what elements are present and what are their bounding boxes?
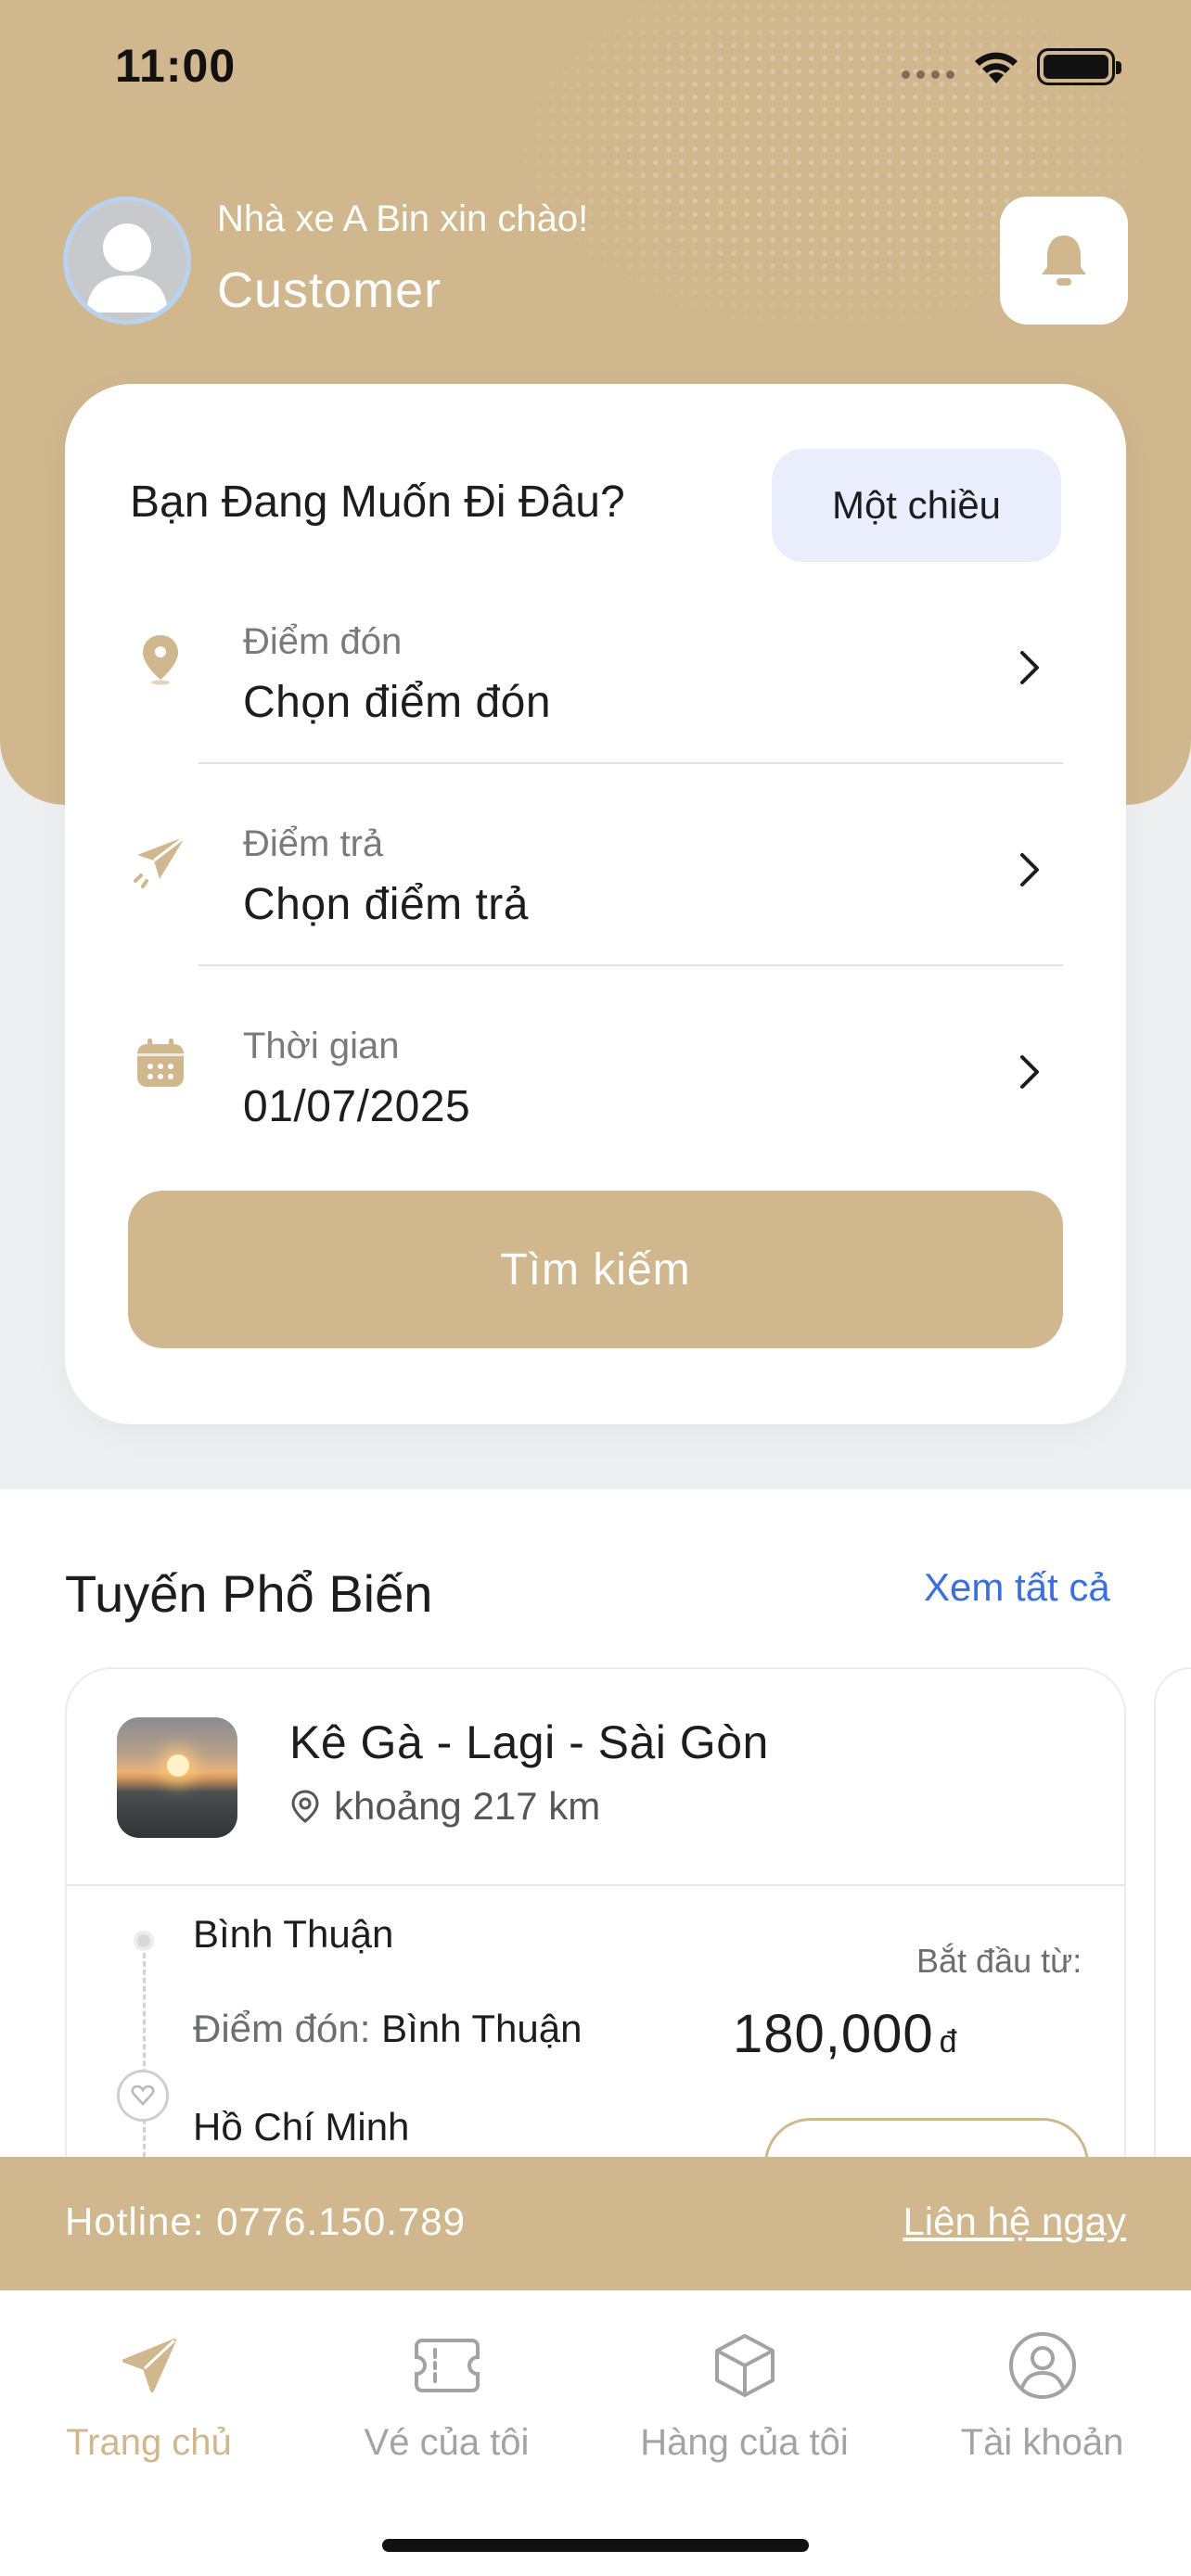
- destination-name: Hồ Chí Minh: [193, 2105, 410, 2149]
- route-thumbnail: [117, 1717, 237, 1838]
- origin-name: Bình Thuận: [193, 1912, 394, 1956]
- chevron-right-icon: [1020, 651, 1039, 684]
- status-bar: 11:00: [0, 0, 1191, 130]
- date-label: Thời gian: [243, 1026, 400, 1066]
- tab-label: Tài khoản: [960, 2422, 1124, 2463]
- pickup-label: Điểm đón: [243, 621, 403, 662]
- pickup-point: Điểm đón: Bình Thuận: [193, 2007, 583, 2051]
- avatar[interactable]: [63, 197, 191, 325]
- pickup-value: Chọn điểm đón: [243, 678, 552, 727]
- paper-plane-icon: [117, 2315, 182, 2417]
- calendar-icon: [130, 1033, 191, 1094]
- currency-symbol: đ: [939, 2024, 958, 2060]
- chevron-right-icon: [1020, 853, 1039, 886]
- origin-dot: [134, 1931, 154, 1951]
- tab-my-tickets[interactable]: Vé của tôi: [298, 2315, 596, 2500]
- bell-icon: [1042, 236, 1086, 286]
- route-distance: khoảng 217 km: [289, 1784, 600, 1829]
- dropoff-selector[interactable]: Điểm trả Chọn điểm trả: [65, 760, 1126, 963]
- pickup-point-label: Điểm đón:: [193, 2007, 371, 2050]
- dropoff-label: Điểm trả: [243, 823, 384, 864]
- start-from-label: Bắt đầu từ:: [916, 1942, 1082, 1980]
- home-indicator[interactable]: [382, 2539, 809, 2552]
- tab-label: Vé của tôi: [364, 2422, 530, 2463]
- notification-button[interactable]: [1000, 197, 1128, 325]
- greeting-text: Nhà xe A Bin xin chào!: [217, 198, 589, 239]
- divider: [67, 1884, 1124, 1886]
- ticket-icon: [413, 2315, 481, 2417]
- status-time: 11:00: [115, 40, 237, 92]
- pickup-selector[interactable]: Điểm đón Chọn điểm đón: [65, 558, 1126, 760]
- bottom-tab-bar: Trang chủ Vé của tôi Hàng của tôi Tài kh…: [0, 2290, 1191, 2576]
- trip-search-card: Bạn Đang Muốn Đi Đâu? Một chiều Điểm đón…: [65, 384, 1126, 1424]
- paper-plane-icon: [130, 831, 191, 892]
- tab-label: Hàng của tôi: [640, 2422, 849, 2463]
- date-value: 01/07/2025: [243, 1082, 471, 1131]
- user-circle-icon: [1007, 2315, 1078, 2417]
- cellular-signal-icon: [902, 70, 954, 79]
- trip-type-toggle[interactable]: Một chiều: [772, 449, 1061, 562]
- route-name: Kê Gà - Lagi - Sài Gòn: [289, 1716, 769, 1768]
- wifi-icon: [975, 52, 1018, 83]
- distance-text: khoảng 217 km: [334, 1784, 601, 1828]
- user-name: Customer: [217, 262, 442, 318]
- battery-icon: [1037, 48, 1121, 85]
- tab-my-packages[interactable]: Hàng của tôi: [596, 2315, 893, 2500]
- route-price: 180,000 đ: [733, 2003, 958, 2065]
- search-card-title: Bạn Đang Muốn Đi Đâu?: [130, 478, 625, 527]
- date-selector[interactable]: Thời gian 01/07/2025: [65, 963, 1126, 1165]
- dropoff-value: Chọn điểm trả: [243, 880, 529, 929]
- contact-now-link[interactable]: Liên hệ ngay: [903, 2200, 1126, 2244]
- heart-icon: [117, 2070, 169, 2122]
- hotline-text: Hotline: 0776.150.789: [65, 2200, 466, 2243]
- section-title: Tuyến Phổ Biến: [65, 1564, 433, 1623]
- location-outline-icon: [291, 1790, 319, 1823]
- pickup-point-value: Bình Thuận: [381, 2007, 583, 2050]
- price-value: 180,000: [733, 2004, 934, 2064]
- tab-label: Trang chủ: [66, 2422, 232, 2463]
- tab-account[interactable]: Tài khoản: [893, 2315, 1191, 2500]
- tab-home[interactable]: Trang chủ: [0, 2315, 298, 2500]
- user-silhouette-icon: [86, 223, 168, 312]
- package-icon: [711, 2315, 778, 2417]
- hotline-bar: Hotline: 0776.150.789 Liên hệ ngay: [0, 2157, 1191, 2290]
- search-button[interactable]: Tìm kiếm: [128, 1191, 1063, 1348]
- see-all-link[interactable]: Xem tất cả: [924, 1565, 1110, 1610]
- chevron-right-icon: [1020, 1055, 1039, 1089]
- location-pin-icon: [130, 629, 191, 690]
